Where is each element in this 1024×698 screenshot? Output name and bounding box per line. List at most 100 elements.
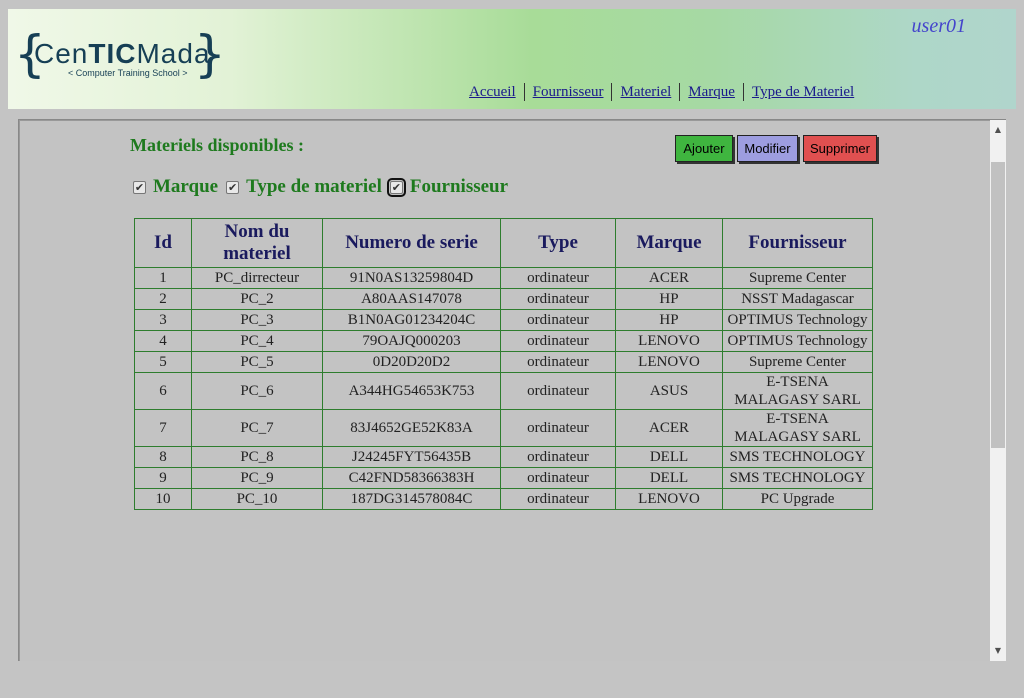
table-row[interactable]: 3 PC_3 B1N0AG01234204C ordinateur HP OPTIMUS … [134, 309, 873, 331]
cell-nom: PC_2 [191, 288, 323, 310]
cell-serie: 0D20D20D2 [322, 351, 501, 373]
table-header-row: Id Nom du materiel Numero de serie Type … [134, 218, 873, 268]
cell-marque: DELL [615, 467, 723, 489]
cell-id: 5 [134, 351, 192, 373]
cell-serie: C42FND58366383H [322, 467, 501, 489]
col-header-fournisseur: Fournisseur [722, 218, 873, 268]
cell-nom: PC_3 [191, 309, 323, 331]
cell-serie: J24245FYT56435B [322, 446, 501, 468]
cell-type: ordinateur [500, 446, 616, 468]
cell-nom: PC_7 [191, 409, 323, 447]
cell-serie: 187DG314578084C [322, 488, 501, 510]
cell-nom: PC_9 [191, 467, 323, 489]
cell-nom: PC_8 [191, 446, 323, 468]
col-header-marque: Marque [615, 218, 723, 268]
cell-id: 6 [134, 372, 192, 410]
cell-serie: A344HG54653K753 [322, 372, 501, 410]
cell-nom: PC_5 [191, 351, 323, 373]
cell-fournisseur: OPTIMUS Technology [722, 330, 873, 352]
filter-fournisseur-checkbox[interactable]: ✔ [386, 177, 406, 197]
header: { CenTICMada < Computer Training School … [8, 9, 1016, 109]
table-row[interactable]: 2 PC_2 A80AAS147078 ordinateur HP NSST Madaga… [134, 288, 873, 310]
cell-marque: HP [615, 288, 723, 310]
cell-id: 4 [134, 330, 192, 352]
scroll-up-icon[interactable]: ▲ [990, 122, 1006, 138]
scrollbar[interactable]: ▲ ▼ [990, 120, 1006, 661]
col-header-nom: Nom du materiel [191, 218, 323, 268]
table-row[interactable]: 9 PC_9 C42FND58366383H ordinateur DELL SMS TE… [134, 467, 873, 489]
cell-type: ordinateur [500, 309, 616, 331]
cell-marque: HP [615, 309, 723, 331]
cell-fournisseur: E-TSENA MALAGASY SARL [722, 372, 873, 410]
cell-fournisseur: Supreme Center [722, 267, 873, 289]
cell-marque: LENOVO [615, 488, 723, 510]
cell-type: ordinateur [500, 372, 616, 410]
cell-marque: ACER [615, 267, 723, 289]
scroll-down-icon[interactable]: ▼ [990, 643, 1006, 659]
cell-marque: LENOVO [615, 330, 723, 352]
logo-brace-right: } [194, 25, 226, 83]
cell-fournisseur: E-TSENA MALAGASY SARL [722, 409, 873, 447]
cell-serie: B1N0AG01234204C [322, 309, 501, 331]
col-header-id: Id [134, 218, 192, 268]
column-filters: ✔ Marque ✔ Type de materiel ✔ Fournisseu… [133, 176, 516, 198]
cell-fournisseur: NSST Madagascar [722, 288, 873, 310]
main-nav: Accueil Fournisseur Materiel Marque Type… [461, 83, 862, 101]
cell-id: 7 [134, 409, 192, 447]
cell-marque: ASUS [615, 372, 723, 410]
materiel-table: Id Nom du materiel Numero de serie Type … [134, 218, 873, 510]
cell-nom: PC_4 [191, 330, 323, 352]
cell-fournisseur: OPTIMUS Technology [722, 309, 873, 331]
delete-button[interactable]: Supprimer [803, 135, 877, 162]
user-name[interactable]: user01 [912, 15, 966, 38]
cell-serie: 91N0AS13259804D [322, 267, 501, 289]
col-header-type: Type [500, 218, 616, 268]
logo: { CenTICMada < Computer Training School … [14, 29, 226, 83]
table-row[interactable]: 10 PC_10 187DG314578084C ordinateur LENOVO PC… [134, 488, 873, 510]
filter-marque-checkbox[interactable]: ✔ [133, 180, 146, 194]
nav-marque[interactable]: Marque [679, 83, 743, 101]
cell-type: ordinateur [500, 288, 616, 310]
cell-nom: PC_6 [191, 372, 323, 410]
table-row[interactable]: 4 PC_4 79OAJQ000203 ordinateur LENOVO OPTIMUS… [134, 330, 873, 352]
filter-marque-label: Marque [153, 176, 219, 197]
content-panel: Materiels disponibles : Ajouter Modifier… [18, 119, 1006, 661]
cell-id: 10 [134, 488, 192, 510]
table-row[interactable]: 6 PC_6 A344HG54653K753 ordinateur ASUS E-TSEN… [134, 372, 873, 410]
cell-serie: 83J4652GE52K83A [322, 409, 501, 447]
add-button[interactable]: Ajouter [675, 135, 733, 162]
logo-tagline: < Computer Training School > [68, 68, 188, 78]
cell-marque: DELL [615, 446, 723, 468]
cell-id: 9 [134, 467, 192, 489]
cell-type: ordinateur [500, 330, 616, 352]
logo-brand: CenTICMada [34, 38, 211, 69]
scroll-thumb[interactable] [991, 162, 1005, 448]
edit-button[interactable]: Modifier [737, 135, 798, 162]
filter-type-checkbox[interactable]: ✔ [226, 180, 240, 194]
nav-type-materiel[interactable]: Type de Materiel [742, 83, 862, 101]
cell-type: ordinateur [500, 267, 616, 289]
cell-id: 8 [134, 446, 192, 468]
cell-marque: LENOVO [615, 351, 723, 373]
cell-marque: ACER [615, 409, 723, 447]
cell-id: 3 [134, 309, 192, 331]
nav-materiel[interactable]: Materiel [611, 83, 679, 101]
filter-fournisseur-label: Fournisseur [409, 176, 509, 197]
cell-fournisseur: PC Upgrade [722, 488, 873, 510]
table-row[interactable]: 7 PC_7 83J4652GE52K83A ordinateur ACER E-TSEN… [134, 409, 873, 447]
nav-fournisseur[interactable]: Fournisseur [523, 83, 612, 101]
cell-type: ordinateur [500, 351, 616, 373]
table-row[interactable]: 5 PC_5 0D20D20D2 ordinateur LENOVO Supreme Ce… [134, 351, 873, 373]
nav-accueil[interactable]: Accueil [461, 83, 524, 101]
table-row[interactable]: 1 PC_dirrecteur 91N0AS13259804D ordinateur A… [134, 267, 873, 289]
filter-type-label: Type de materiel [246, 176, 382, 197]
cell-type: ordinateur [500, 409, 616, 447]
cell-id: 2 [134, 288, 192, 310]
cell-fournisseur: SMS TECHNOLOGY [722, 467, 873, 489]
cell-fournisseur: Supreme Center [722, 351, 873, 373]
cell-nom: PC_dirrecteur [191, 267, 323, 289]
cell-type: ordinateur [500, 488, 616, 510]
cell-fournisseur: SMS TECHNOLOGY [722, 446, 873, 468]
cell-id: 1 [134, 267, 192, 289]
table-row[interactable]: 8 PC_8 J24245FYT56435B ordinateur DELL SMS TE… [134, 446, 873, 468]
